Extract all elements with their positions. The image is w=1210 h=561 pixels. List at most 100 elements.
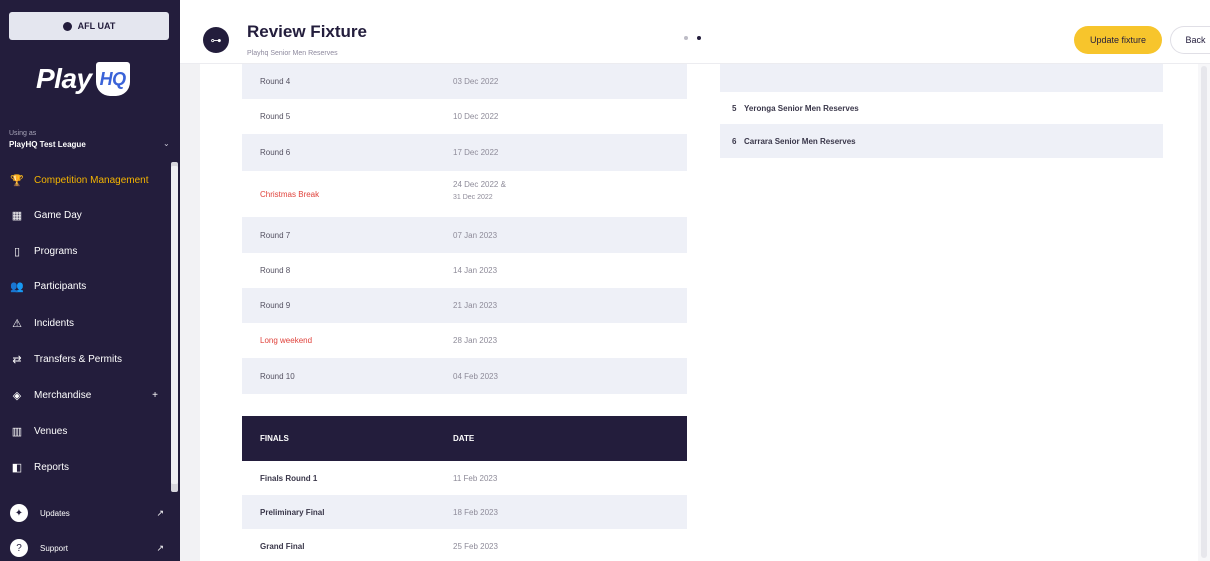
sidebar-item-label: Reports <box>34 461 70 473</box>
table-row: Round 10 04 Feb 2023 <box>242 358 687 394</box>
table-row: Round 7 07 Jan 2023 <box>242 217 687 253</box>
sidebar-item-label: Transfers & Permits <box>34 353 122 365</box>
venue-icon: ▥ <box>11 425 23 438</box>
sidebar-item-transfers-permits[interactable]: ⇄ Transfers & Permits <box>0 342 170 376</box>
page-header: ⊶ Review Fixture Playhq Senior Men Reser… <box>180 0 1210 64</box>
list-item <box>720 64 1163 92</box>
help-icon: ? <box>10 539 28 557</box>
round-date: 04 Feb 2023 <box>453 371 498 381</box>
page-title: Review Fixture <box>247 22 367 41</box>
table-row: Long weekend 28 Jan 2023 <box>242 323 687 358</box>
finals-column-header: FINALS <box>260 434 289 443</box>
sidebar-item-label: Merchandise <box>34 389 92 401</box>
break-name: Long weekend <box>260 336 313 345</box>
chevron-down-icon[interactable]: ⌄ <box>163 139 170 148</box>
round-name: Round 4 <box>260 77 291 86</box>
step-dot[interactable] <box>684 36 688 40</box>
sidebar-item-label: Incidents <box>34 317 75 329</box>
trophy-icon: 🏆 <box>10 174 24 187</box>
final-date: 11 Feb 2023 <box>453 473 498 483</box>
scoreboard-icon: ▦ <box>11 209 23 222</box>
logo-text: Play <box>36 63 92 94</box>
org-label: Using as <box>9 130 37 137</box>
final-name: Preliminary Final <box>260 507 325 517</box>
sidebar-item-label: Participants <box>34 280 87 292</box>
content-scroll-thumb[interactable] <box>1201 66 1207 558</box>
content-scrollbar[interactable] <box>1198 64 1210 561</box>
sidebar-item-programs[interactable]: ▯ Programs <box>0 234 170 268</box>
round-date: 17 Dec 2022 <box>453 148 499 157</box>
back-button[interactable]: Back <box>1170 26 1210 54</box>
sidebar-scroll-thumb[interactable] <box>171 166 178 484</box>
sidebar-item-incidents[interactable]: ⚠ Incidents <box>0 306 170 340</box>
updates-label: Updates <box>40 508 70 518</box>
megaphone-icon: ✦ <box>10 504 28 522</box>
table-row: Round 6 17 Dec 2022 <box>242 134 687 171</box>
sidebar-nav: 🏆 Competition Management ▦ Game Day ▯ Pr… <box>0 163 170 493</box>
main-content: Round 4 03 Dec 2022 Round 5 10 Dec 2022 … <box>200 64 1198 561</box>
round-date: 14 Jan 2023 <box>453 266 498 275</box>
support-label: Support <box>40 543 69 553</box>
table-row: Round 5 10 Dec 2022 <box>242 99 687 134</box>
break-name: Christmas Break <box>260 189 320 199</box>
table-row: Round 9 21 Jan 2023 <box>242 288 687 323</box>
expand-plus-icon[interactable]: + <box>152 390 158 401</box>
app-window: AFL UAT Play HQ Using as PlayHQ Test Lea… <box>0 0 1210 561</box>
list-item: 5 Yeronga Senior Men Reserves <box>720 92 1163 124</box>
finals-table-header: FINALS DATE <box>242 416 687 461</box>
updates-link[interactable]: ✦ Updates ↗ <box>10 500 170 526</box>
final-date: 18 Feb 2023 <box>453 507 498 517</box>
environment-dot-icon <box>62 21 72 31</box>
external-link-icon: ↗ <box>156 507 164 518</box>
table-row: Round 4 03 Dec 2022 <box>242 64 687 99</box>
final-name: Finals Round 1 <box>260 473 318 483</box>
environment-label: AFL UAT <box>77 21 116 31</box>
sidebar-item-label: Venues <box>34 425 68 437</box>
team-seed: 6 <box>732 136 737 146</box>
reports-icon: ◧ <box>11 461 23 474</box>
round-name: Round 5 <box>260 112 291 121</box>
table-row: Christmas Break 24 Dec 2022 & 31 Dec 202… <box>242 171 687 217</box>
sidebar-item-label: Competition Management <box>34 174 149 186</box>
sidebar: AFL UAT Play HQ Using as PlayHQ Test Lea… <box>0 0 180 561</box>
sidebar-item-reports[interactable]: ◧ Reports <box>0 450 170 484</box>
playhq-logo[interactable]: Play HQ <box>36 62 130 96</box>
table-row: Grand Final 25 Feb 2023 <box>242 529 687 561</box>
round-date: 03 Dec 2022 <box>453 77 499 86</box>
final-name: Grand Final <box>260 541 305 551</box>
logo-hq-badge: HQ <box>95 62 130 96</box>
round-name: Round 6 <box>260 148 291 157</box>
team-name: Carrara Senior Men Reserves <box>744 136 856 146</box>
merchandise-icon: ◈ <box>12 389 22 402</box>
support-link[interactable]: ? Support ↗ <box>10 535 170 561</box>
round-date-2: 31 Dec 2022 <box>453 194 493 201</box>
round-name: Round 8 <box>260 266 291 275</box>
sidebar-item-merchandise[interactable]: ◈ Merchandise + <box>0 378 170 412</box>
list-item: 6 Carrara Senior Men Reserves <box>720 124 1163 158</box>
update-fixture-button[interactable]: Update fixture <box>1074 26 1162 54</box>
step-dot-active[interactable] <box>697 36 701 40</box>
round-name: Round 7 <box>260 230 291 240</box>
table-row: Round 8 14 Jan 2023 <box>242 253 687 288</box>
sidebar-item-label: Programs <box>34 245 78 257</box>
sidebar-item-venues[interactable]: ▥ Venues <box>0 414 170 448</box>
environment-badge[interactable]: AFL UAT <box>9 12 169 40</box>
team-name: Yeronga Senior Men Reserves <box>744 103 859 113</box>
step-indicator <box>684 36 701 40</box>
org-name[interactable]: PlayHQ Test League <box>9 140 86 149</box>
sidebar-item-label: Game Day <box>34 209 82 221</box>
round-name: Round 10 <box>260 371 295 381</box>
sidebar-item-game-day[interactable]: ▦ Game Day <box>0 198 170 232</box>
sidebar-scrollbar[interactable] <box>171 162 178 492</box>
round-date: 21 Jan 2023 <box>453 301 498 310</box>
sidebar-item-competition-management[interactable]: 🏆 Competition Management <box>0 163 170 197</box>
transfer-icon: ⇄ <box>12 353 22 366</box>
date-column-header: DATE <box>453 434 475 443</box>
table-row: Preliminary Final 18 Feb 2023 <box>242 495 687 529</box>
final-date: 25 Feb 2023 <box>453 541 498 551</box>
page-subtitle: Playhq Senior Men Reserves <box>247 50 338 57</box>
warning-icon: ⚠ <box>12 317 22 330</box>
round-name: Round 9 <box>260 301 291 310</box>
sidebar-item-participants[interactable]: 👥 Participants <box>0 269 170 303</box>
table-row: Finals Round 1 11 Feb 2023 <box>242 461 687 495</box>
